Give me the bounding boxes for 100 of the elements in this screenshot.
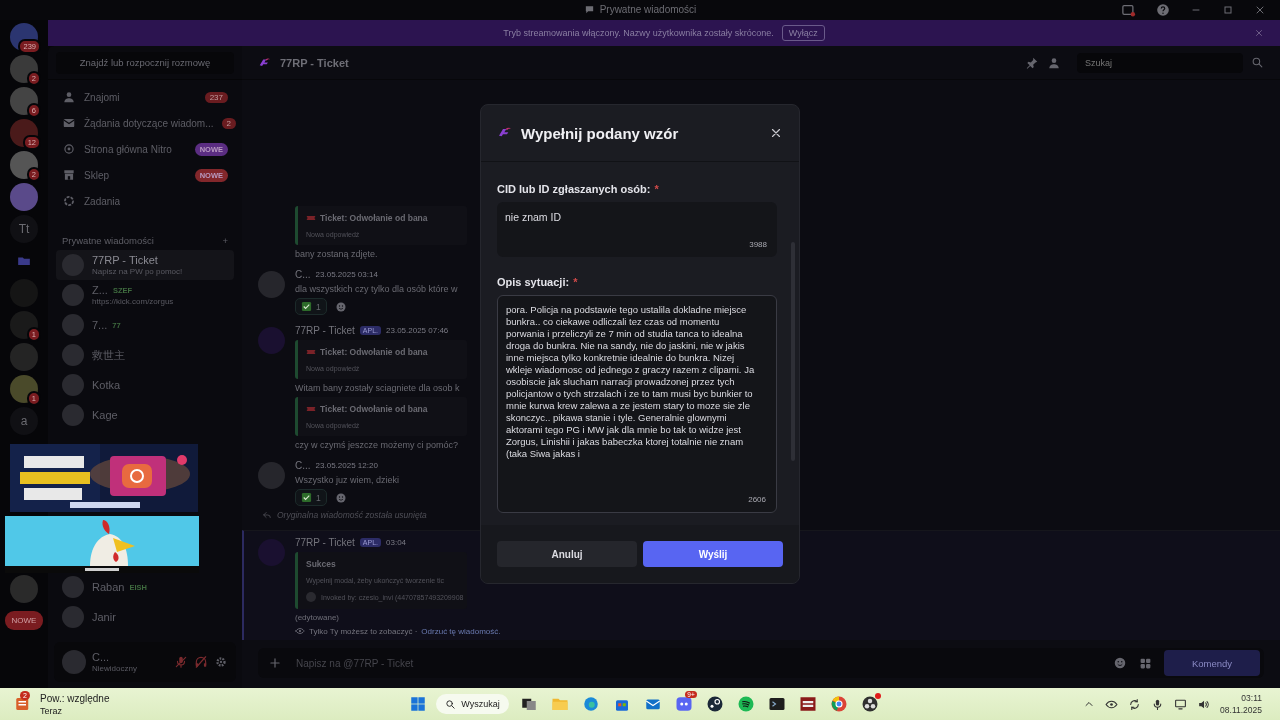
author-name: 77RP - Ticket: [295, 537, 355, 548]
dm-item[interactable]: Janir: [56, 602, 234, 632]
close-icon[interactable]: [769, 126, 783, 140]
globe-icon[interactable]: [829, 695, 848, 713]
dm-name: Z...: [92, 284, 108, 296]
nav-item[interactable]: Żądania dotyczące wiadom... 2: [56, 110, 234, 136]
dm-item[interactable]: 救世主: [56, 340, 234, 370]
pin-icon[interactable]: [1025, 55, 1039, 70]
author-name: C...: [295, 460, 311, 471]
required-mark: *: [573, 276, 578, 289]
text-area[interactable]: nie znam ID 3988: [497, 202, 777, 258]
message-text: Witam bany zostały sciagniete dla osob k: [295, 383, 461, 393]
text-area[interactable]: pora. Policja na podstawie tego ustalila dokladne miejsce bunkra.. co ciekawe odliczali tez czas od momentu porwania i przeliczyli ze 7 min od studia tanca to idealna droga do bunkra. Nie na sandy, nie do jaskini, nie w jakis inne miejsca tylko konkretnie idealnie do bunkra. Nizej wkleje wiadomosc od jednego z graczy razem z clipami. Ja osobiscie jak slucham narracji prowadzonej przez tych policjantow o tych strzalach i ze to tam musi byc bunkier to mnie kurwa krew zalewa a ze jestem stary to moze sie zle skonczyc.. pikawa stanie i tyle. Generalnie glownymi aktorami tego PG i MW jak dla mnie bo tak to widze jest Zorgus, Linishii i jakas babeczka ktorej totalnie nie znam (taka Siwa jakas i 2606: [497, 295, 777, 513]
avatar: [62, 606, 84, 628]
dm-item[interactable]: Kotka: [56, 370, 234, 400]
alert-dot: [874, 693, 881, 699]
add-button[interactable]: +: [222, 234, 228, 246]
server-initials: Tt: [18, 222, 30, 236]
nav-item[interactable]: Zadania: [56, 188, 234, 214]
search-button[interactable]: Znajdź lub rozpocznij rozmowę: [56, 51, 234, 74]
headphones-off-icon[interactable]: [194, 655, 208, 669]
plus-icon[interactable]: [268, 656, 282, 670]
toast-title: Pow.: względne: [40, 692, 110, 704]
ephemeral-note: Tylko Ty możesz to zobaczyć ·: [309, 626, 418, 636]
windows-icon[interactable]: [409, 695, 428, 713]
apps-icon[interactable]: [1139, 656, 1152, 670]
reaction-button[interactable]: 1: [295, 489, 327, 506]
clock-date: 08.11.2025: [1220, 705, 1262, 715]
add-reaction-icon[interactable]: [334, 491, 347, 504]
steam-icon[interactable]: [705, 695, 724, 713]
message-text: czy w czymś jeszcze możemy ci pomóc?: [295, 440, 460, 450]
count-badge: 2: [221, 117, 236, 129]
avatar: [62, 344, 84, 366]
eye-icon: [295, 626, 305, 636]
embed-title: Ticket: Odwołanie od bana: [320, 404, 428, 414]
submit-button[interactable]: Wyślij: [643, 541, 783, 567]
disable-button[interactable]: Wyłącz: [781, 25, 825, 41]
dm-name: Raban: [92, 581, 125, 593]
reply-icon: [262, 510, 272, 520]
banner-text: Tryb streamowania włączony. Nazwy użytkownika zostały skrócone.: [503, 28, 774, 38]
music-icon[interactable]: [736, 695, 755, 713]
avatar: [258, 327, 285, 354]
user-status: Niewidoczny: [92, 664, 138, 673]
user-name: C...: [92, 651, 111, 663]
dm-name: Kage: [92, 409, 118, 421]
monitor-icon[interactable]: [1174, 697, 1188, 711]
field-label: Opis sytuacji:: [497, 276, 570, 289]
search-field[interactable]: Szukaj: [1077, 52, 1243, 73]
channel-title: 77RP - Ticket: [280, 56, 350, 69]
message-text: Wszystko juz wiem, dzieki: [295, 475, 400, 485]
avatar: [62, 314, 84, 336]
emoji-icon[interactable]: [1113, 656, 1127, 670]
person-icon[interactable]: [1047, 55, 1061, 70]
dm-status: https://kick.com/zorgus: [92, 297, 174, 306]
store-icon: [62, 168, 76, 182]
sync-icon[interactable]: [1128, 697, 1142, 711]
server-icon[interactable]: Tt: [10, 215, 38, 243]
add-reaction-icon[interactable]: [334, 300, 347, 313]
dm-name: 7...: [92, 319, 108, 331]
embed-title: Ticket: Odwołanie od bana: [320, 213, 428, 223]
screen-icon[interactable]: [1121, 2, 1136, 18]
commands-button[interactable]: Komendy: [1164, 650, 1260, 676]
embed-title: Sukces: [306, 559, 336, 569]
microphone-off-icon[interactable]: [174, 655, 188, 669]
timestamp: 03:04: [386, 538, 407, 547]
search-button[interactable]: Wyszukaj: [436, 694, 509, 714]
message-input[interactable]: Napisz na @77RP - Ticket Komendy: [258, 648, 1264, 678]
record-icon[interactable]: [860, 695, 879, 713]
dm-name: Kotka: [92, 379, 121, 391]
server-icon[interactable]: [10, 183, 38, 211]
character-counter: 3988: [749, 240, 767, 250]
chat-bubble-icon: [583, 4, 595, 15]
clock[interactable]: 03:11 08.11.2025: [1220, 693, 1262, 715]
browser-icon[interactable]: [581, 695, 600, 713]
gear-icon[interactable]: [214, 655, 228, 669]
modal-title: Wypełnij podany wzór: [521, 124, 680, 142]
timestamp: 23.05.2025 03:14: [315, 270, 378, 279]
embed-title: Ticket: Odwołanie od bana: [320, 347, 428, 357]
dm-item[interactable]: Kage: [56, 400, 234, 430]
circle-icon: [62, 194, 76, 208]
reaction-button[interactable]: 1: [295, 298, 327, 315]
reply-preview: Oryginalna wiadomość została usunięta: [277, 510, 427, 520]
search-icon[interactable]: [1251, 56, 1264, 69]
dm-name: 77RP - Ticket: [92, 254, 158, 266]
dismiss-link[interactable]: Odrzuć tę wiadomość.: [421, 626, 501, 636]
cancel-button[interactable]: Anuluj: [497, 541, 637, 567]
help-icon[interactable]: [1156, 3, 1170, 17]
nav-item[interactable]: Znajomi 237: [56, 84, 234, 110]
new-badge: NOWE: [4, 611, 44, 630]
server-icon[interactable]: a: [10, 407, 38, 435]
avatar: [62, 650, 86, 674]
ring-icon: [62, 142, 76, 156]
message-text: dla wszystkich czy tylko dla osób które w: [295, 284, 458, 294]
character-counter: 2606: [748, 495, 766, 504]
maximize-icon[interactable]: [1222, 4, 1234, 16]
avatar: [258, 462, 285, 489]
required-mark: *: [654, 183, 659, 195]
terminal-icon[interactable]: [767, 695, 786, 713]
dm-name: 救世主: [92, 347, 125, 363]
ticket-icon: [306, 213, 316, 223]
